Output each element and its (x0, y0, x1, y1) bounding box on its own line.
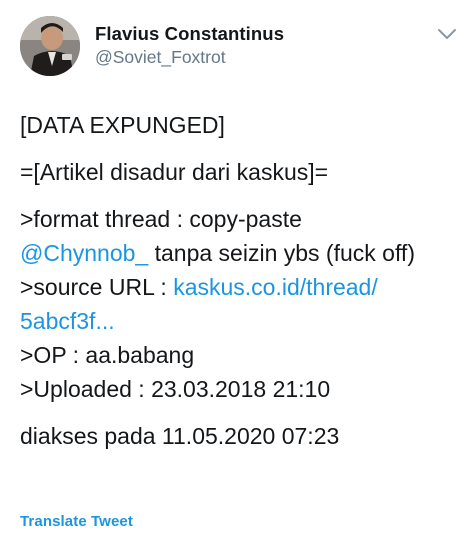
tweet-card: Flavius Constantinus @Soviet_Foxtrot [DA… (0, 0, 472, 540)
tweet-line: [DATA EXPUNGED] (20, 112, 225, 138)
tweet-line: >source URL : kaskus.co.id/thread/ (20, 270, 460, 304)
mention-tail: tanpa seizin ybs (fuck off) (148, 240, 415, 266)
source-url-link[interactable]: kaskus.co.id/thread/ (173, 274, 378, 300)
translate-tweet-link[interactable]: Translate Tweet (20, 513, 133, 530)
author-display-name[interactable]: Flavius Constantinus (95, 23, 284, 45)
source-prefix: >source URL : (20, 274, 174, 300)
tweet-line: >Uploaded : 23.03.2018 21:10 (20, 376, 331, 402)
avatar[interactable] (20, 16, 80, 76)
tweet-line: diakses pada 11.05.2020 07:23 (20, 423, 340, 449)
tweet-line: >format thread : copy-paste (20, 206, 302, 232)
tweet-paragraph: >format thread : copy-paste @Chynnob_ ta… (20, 202, 460, 406)
author-handle[interactable]: @Soviet_Foxtrot (95, 47, 226, 68)
chevron-down-icon[interactable] (436, 26, 458, 42)
tweet-line: 5abcf3f... (20, 304, 460, 338)
profile-photo-icon (20, 16, 80, 76)
tweet-line: @Chynnob_ tanpa seizin ybs (fuck off) (20, 236, 460, 270)
tweet-line: =[Artikel disadur dari kaskus]= (20, 159, 329, 185)
source-url-link-cont[interactable]: 5abcf3f... (20, 308, 115, 334)
tweet-text: [DATA EXPUNGED] =[Artikel disadur dari k… (20, 108, 460, 466)
mention-link[interactable]: @Chynnob_ (20, 240, 148, 266)
tweet-line: >OP : aa.babang (20, 342, 195, 368)
